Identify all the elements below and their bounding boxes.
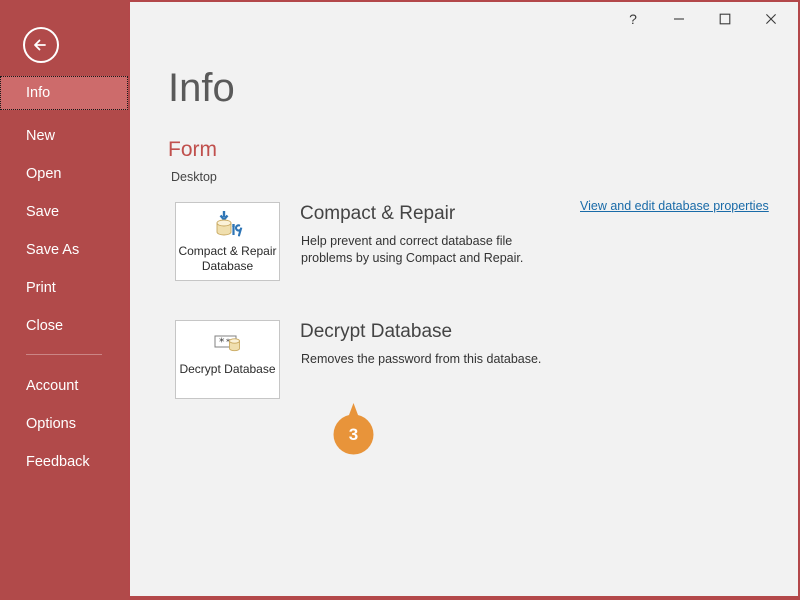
sidebar-item-label: Info [26, 85, 51, 101]
button-label: Compact & Repair Database [178, 244, 277, 273]
sidebar-item-new[interactable]: New [0, 119, 128, 153]
sidebar-item-label: Feedback [26, 454, 90, 470]
sidebar-separator [26, 354, 102, 355]
sidebar-item-label: Print [26, 280, 56, 296]
access-backstage-window: Info New Open Save Save As Print Close A… [0, 0, 800, 600]
action-heading: Compact & Repair [300, 203, 456, 224]
sidebar-item-label: Save As [26, 242, 80, 258]
database-compact-repair-icon [211, 210, 245, 242]
sidebar-item-feedback[interactable]: Feedback [0, 445, 128, 479]
sidebar-item-open[interactable]: Open [0, 157, 128, 191]
page-title: Info [168, 66, 235, 110]
back-arrow-icon[interactable] [23, 27, 59, 63]
decrypt-database-button[interactable]: * * * Decrypt Database [175, 320, 280, 399]
action-description: Help prevent and correct database file p… [301, 234, 524, 265]
sidebar-item-save-as[interactable]: Save As [0, 233, 128, 267]
step-callout-badge: 3 [333, 403, 374, 455]
document-location: Desktop [171, 170, 217, 184]
window-controls: ? [610, 4, 794, 34]
action-description: Removes the password from this database. [301, 352, 542, 366]
sidebar-item-label: Close [26, 318, 64, 334]
sidebar-item-label: Open [26, 166, 62, 182]
backstage-main-pane: ? Info Form Desktop View and edit databa… [128, 0, 800, 600]
help-icon: ? [629, 11, 637, 27]
view-edit-database-properties-link[interactable]: View and edit database properties [580, 199, 769, 213]
maximize-button[interactable] [702, 4, 748, 34]
maximize-icon [719, 13, 731, 25]
compact-repair-database-button[interactable]: Compact & Repair Database [175, 202, 280, 281]
sidebar-item-label: New [26, 128, 56, 144]
sidebar-item-label: Account [26, 378, 79, 394]
close-button[interactable] [748, 4, 794, 34]
sidebar-item-info[interactable]: Info [0, 76, 128, 110]
close-icon [766, 14, 776, 24]
sidebar-item-print[interactable]: Print [0, 271, 128, 305]
step-number: 3 [348, 425, 359, 444]
backstage-sidebar: Info New Open Save Save As Print Close A… [0, 0, 128, 600]
sidebar-item-options[interactable]: Options [0, 407, 128, 441]
sidebar-item-label: Options [26, 416, 76, 432]
sidebar-item-close[interactable]: Close [0, 309, 128, 343]
document-name: Form [168, 138, 217, 161]
sidebar-item-label: Save [26, 204, 60, 220]
svg-text:*: * [219, 336, 225, 349]
database-decrypt-password-icon: * * * [211, 328, 245, 360]
button-label: Decrypt Database [179, 362, 276, 376]
action-heading: Decrypt Database [300, 321, 453, 342]
help-button[interactable]: ? [610, 4, 656, 34]
sidebar-item-save[interactable]: Save [0, 195, 128, 229]
minimize-icon [674, 18, 684, 20]
sidebar-item-account[interactable]: Account [0, 369, 128, 403]
minimize-button[interactable] [656, 4, 702, 34]
